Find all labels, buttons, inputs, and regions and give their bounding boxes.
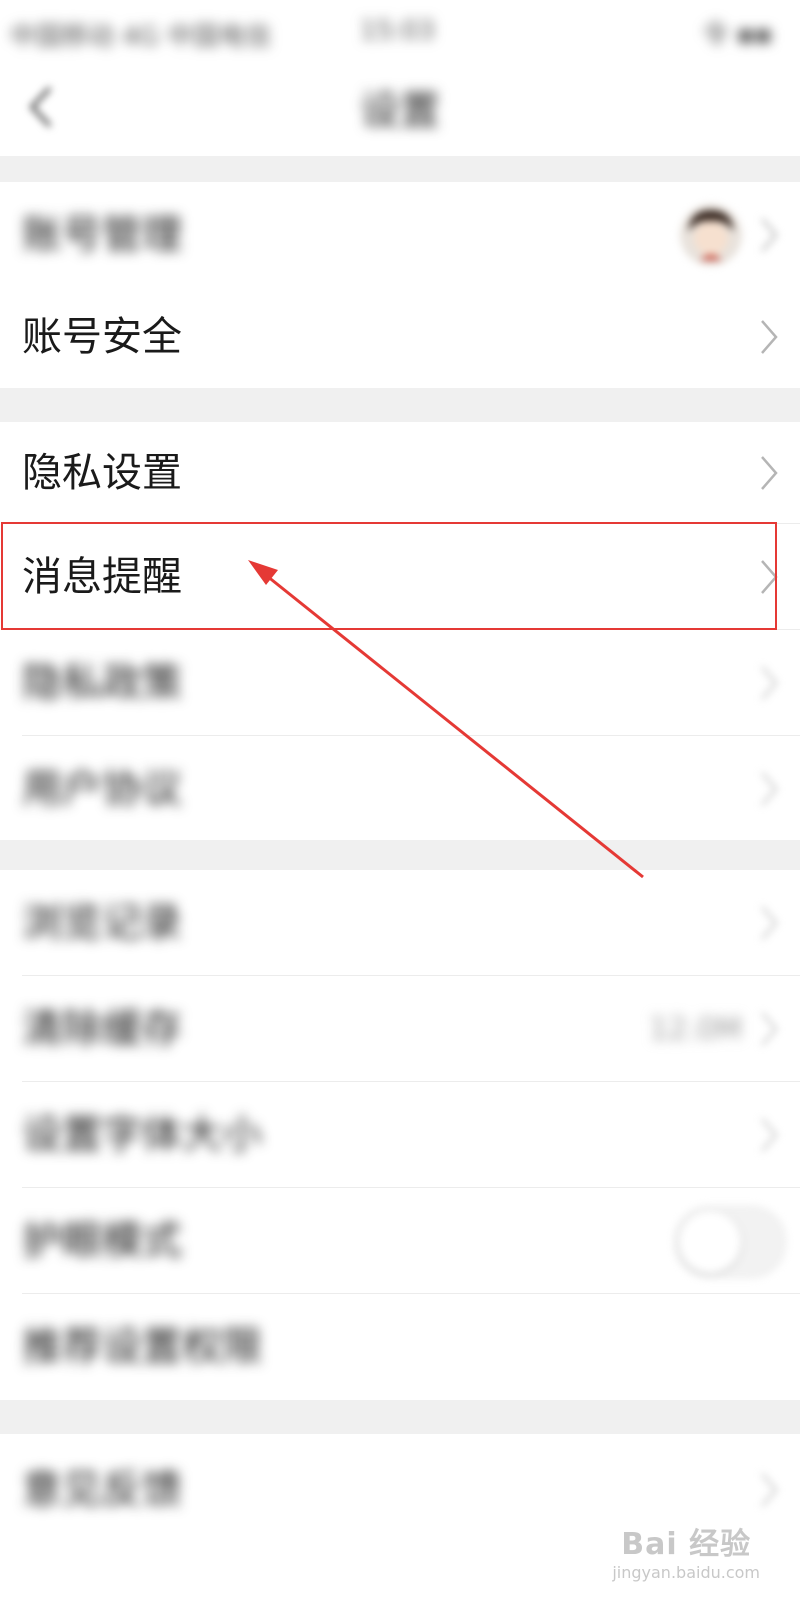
watermark-url: jingyan.baidu.com bbox=[612, 1563, 760, 1582]
watermark: Bai 经验 jingyan.baidu.com bbox=[612, 1519, 760, 1582]
settings-screen: 中国移动 4G 中国电信 15:03 令 ▪▪ 设置 账号管理 账号安全 隐私设… bbox=[0, 0, 800, 1600]
pointer-arrow bbox=[248, 560, 644, 879]
watermark-logo: Bai 经验 bbox=[621, 1527, 752, 1562]
